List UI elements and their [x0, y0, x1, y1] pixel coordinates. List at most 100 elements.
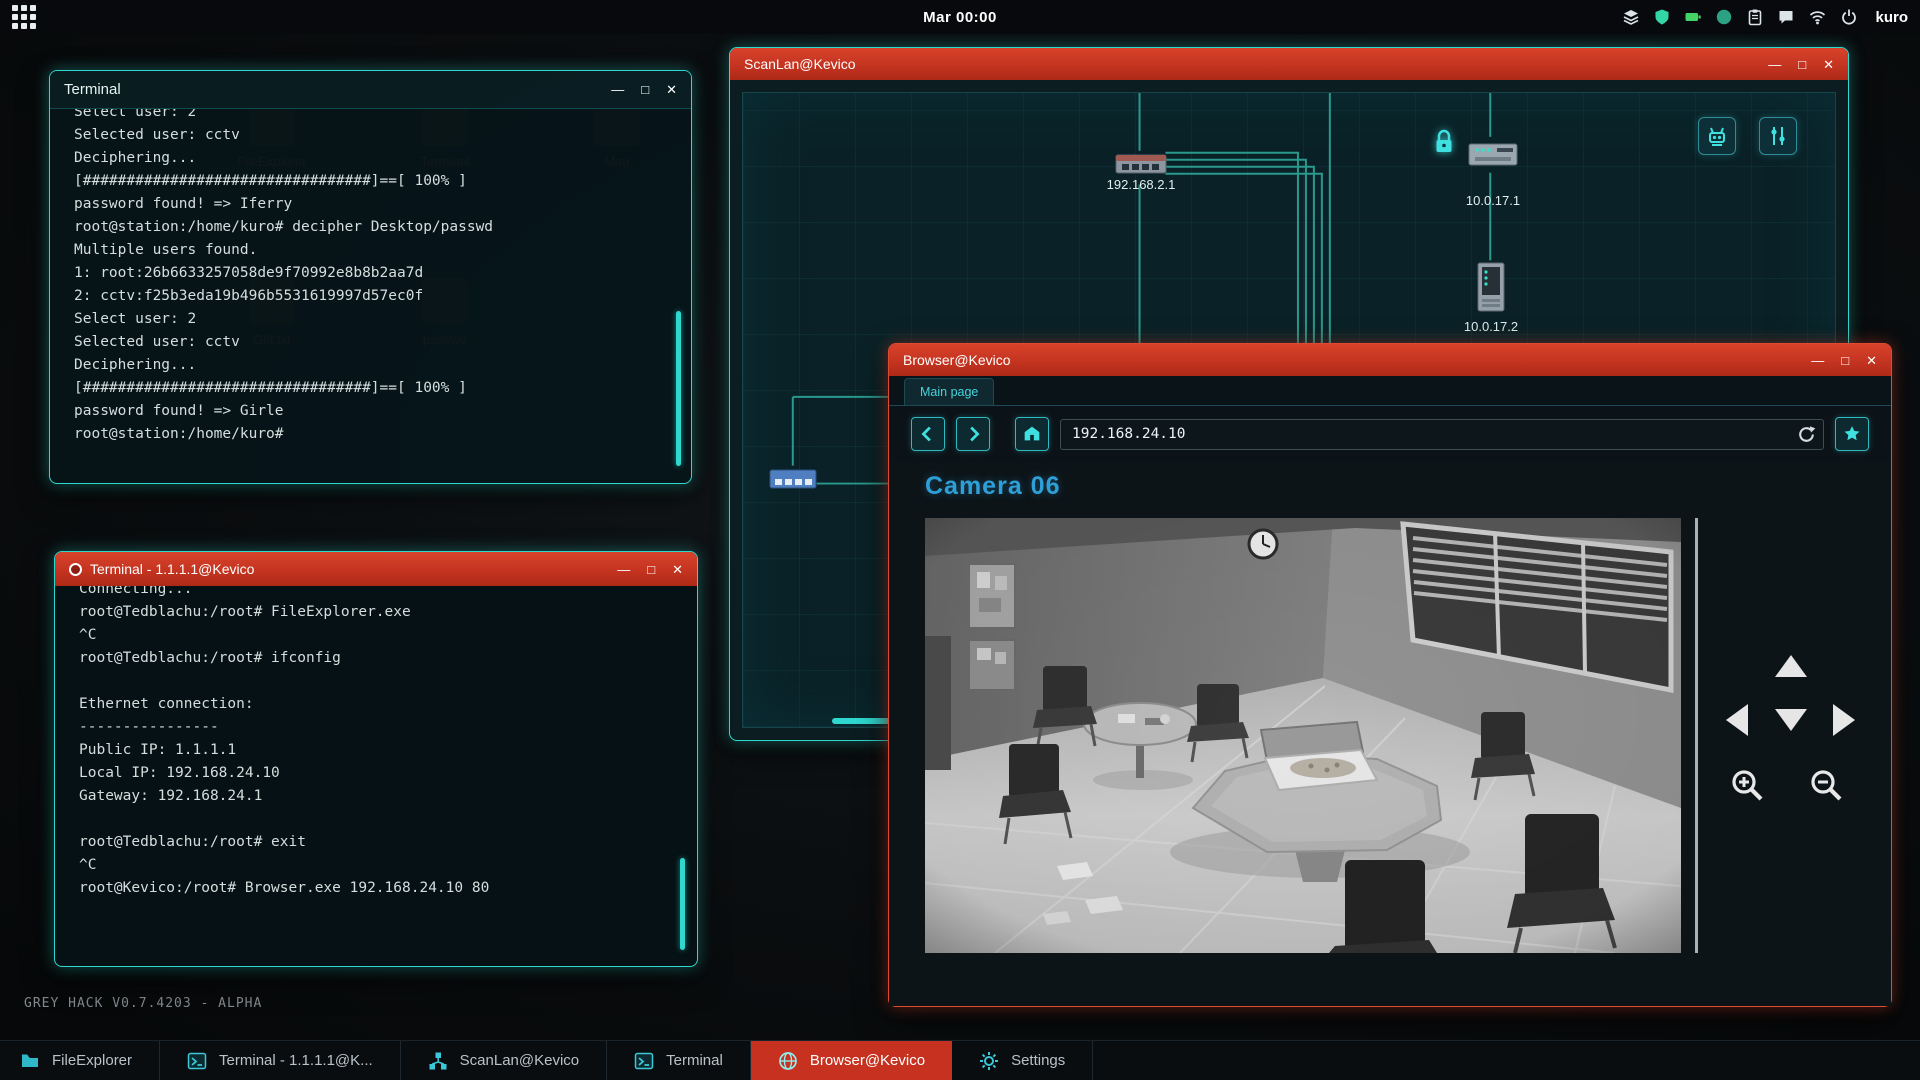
clipboard-icon[interactable]	[1746, 8, 1764, 26]
back-button[interactable]	[911, 417, 945, 451]
taskbar-item-label: FileExplorer	[52, 1052, 132, 1069]
pan-down-button[interactable]	[1775, 709, 1807, 731]
network-node-router[interactable]: 10.0.17.1	[1433, 139, 1553, 208]
address-bar	[1060, 419, 1824, 450]
terminal-icon	[187, 1051, 207, 1071]
terminal-titlebar[interactable]: Terminal — □ ✕	[50, 71, 691, 109]
remote-terminal-window: Terminal - 1.1.1.1@Kevico — □ ✕ Connecti…	[54, 551, 698, 967]
zoom-out-button[interactable]	[1807, 766, 1845, 807]
folder-icon	[20, 1051, 40, 1071]
tab-main-page[interactable]: Main page	[904, 378, 994, 405]
username[interactable]: kuro	[1875, 9, 1908, 26]
terminal-text: Connecting... root@Tedblachu:/root# File…	[79, 586, 697, 900]
terminal-window: Terminal — □ ✕ Select user: 2 Selected u…	[49, 70, 692, 484]
minimize-button[interactable]: —	[1768, 58, 1781, 71]
maximize-button[interactable]: □	[1841, 354, 1849, 367]
terminal-scrollbar[interactable]	[676, 311, 681, 466]
refresh-icon[interactable]	[1796, 424, 1817, 450]
taskbar-item-fileexplorer[interactable]: FileExplorer	[0, 1041, 160, 1080]
home-button[interactable]	[1015, 417, 1049, 451]
top-bar: Mar 00:00	[0, 0, 1920, 34]
node-ip-label: 192.168.2.1	[1081, 177, 1201, 192]
star-icon	[1842, 424, 1862, 444]
browser-toolbar	[889, 406, 1891, 462]
minimize-button[interactable]: —	[617, 563, 630, 576]
map-filter-button[interactable]	[1759, 117, 1797, 155]
page-title: Camera 06	[925, 472, 1060, 501]
router-device-icon	[1467, 139, 1519, 169]
power-icon[interactable]	[1840, 8, 1858, 26]
window-title: ScanLan@Kevico	[744, 56, 856, 72]
terminal-scrollbar[interactable]	[680, 858, 685, 950]
window-title: Terminal - 1.1.1.1@Kevico	[90, 561, 254, 577]
browser-window: Browser@Kevico — □ ✕ Main page	[888, 343, 1892, 1007]
browser-content: Camera 06	[889, 462, 1891, 1006]
layers-icon[interactable]	[1622, 8, 1640, 26]
pan-right-button[interactable]	[1833, 704, 1855, 736]
terminal-titlebar[interactable]: Terminal - 1.1.1.1@Kevico — □ ✕	[55, 552, 697, 586]
terminal-output[interactable]: Connecting... root@Tedblachu:/root# File…	[55, 586, 697, 966]
close-button[interactable]: ✕	[666, 83, 677, 96]
camera-scrollbar[interactable]	[1695, 518, 1698, 953]
taskbar: FileExplorer Terminal - 1.1.1.1@K... Sca…	[0, 1040, 1920, 1080]
taskbar-item-label: Browser@Kevico	[810, 1052, 925, 1069]
window-title: Terminal	[64, 81, 121, 98]
taskbar-item-label: Settings	[1011, 1052, 1065, 1069]
camera-feed	[925, 518, 1681, 953]
terminal-output[interactable]: Select user: 2 Selected user: cctv Decip…	[50, 109, 691, 483]
network-node-switch-2[interactable]	[767, 467, 819, 491]
zoom-out-icon	[1807, 766, 1845, 804]
forward-button[interactable]	[956, 417, 990, 451]
zoom-in-button[interactable]	[1728, 766, 1766, 807]
pan-up-button[interactable]	[1775, 655, 1807, 677]
taskbar-item-label: Terminal	[666, 1052, 723, 1069]
desktop: FileExplorer Terminal Map Gift.txt passw…	[0, 0, 1920, 1080]
minimize-button[interactable]: —	[611, 83, 624, 96]
maximize-button[interactable]: □	[1798, 58, 1806, 71]
wifi-icon[interactable]	[1808, 8, 1827, 26]
taskbar-item-terminal[interactable]: Terminal	[607, 1041, 751, 1080]
minimize-button[interactable]: —	[1811, 354, 1824, 367]
gear-icon	[979, 1051, 999, 1071]
sliders-icon	[1766, 124, 1790, 148]
close-button[interactable]: ✕	[672, 563, 683, 576]
network-icon	[428, 1051, 448, 1071]
taskbar-item-browser[interactable]: Browser@Kevico	[751, 1041, 952, 1080]
taskbar-item-label: ScanLan@Kevico	[460, 1052, 579, 1069]
robot-icon	[1705, 124, 1729, 148]
map-scan-button[interactable]	[1698, 117, 1736, 155]
terminal-text: Select user: 2 Selected user: cctv Decip…	[74, 109, 691, 446]
chevron-right-icon	[962, 423, 984, 445]
camera-scene	[925, 518, 1681, 953]
bookmark-button[interactable]	[1835, 417, 1869, 451]
zoom-in-icon	[1728, 766, 1766, 804]
status-circle-icon[interactable]	[1715, 8, 1733, 26]
battery-icon[interactable]	[1684, 8, 1702, 26]
server-device-icon	[1476, 261, 1506, 313]
chevron-left-icon	[917, 423, 939, 445]
home-icon	[1021, 423, 1043, 445]
window-title: Browser@Kevico	[903, 352, 1011, 368]
close-button[interactable]: ✕	[1866, 354, 1877, 367]
browser-titlebar[interactable]: Browser@Kevico — □ ✕	[889, 344, 1891, 376]
pan-left-button[interactable]	[1726, 704, 1748, 736]
taskbar-item-terminal-remote[interactable]: Terminal - 1.1.1.1@K...	[160, 1041, 401, 1080]
switch-device-icon	[769, 467, 817, 491]
network-node-server[interactable]: 10.0.17.2	[1431, 261, 1551, 334]
terminal-window-icon	[69, 563, 82, 576]
scanlan-titlebar[interactable]: ScanLan@Kevico — □ ✕	[730, 48, 1848, 80]
switch-device-icon	[1115, 151, 1167, 177]
maximize-button[interactable]: □	[647, 563, 655, 576]
taskbar-item-scanlan[interactable]: ScanLan@Kevico	[401, 1041, 607, 1080]
chat-icon[interactable]	[1777, 8, 1795, 26]
node-ip-label: 10.0.17.2	[1431, 319, 1551, 334]
maximize-button[interactable]: □	[641, 83, 649, 96]
shield-icon[interactable]	[1653, 8, 1671, 26]
address-input[interactable]	[1060, 419, 1824, 450]
node-ip-label: 10.0.17.1	[1433, 193, 1553, 208]
taskbar-item-label: Terminal - 1.1.1.1@K...	[219, 1052, 373, 1069]
network-node-switch[interactable]: 192.168.2.1	[1081, 151, 1201, 192]
globe-icon	[778, 1051, 798, 1071]
taskbar-item-settings[interactable]: Settings	[952, 1041, 1093, 1080]
close-button[interactable]: ✕	[1823, 58, 1834, 71]
